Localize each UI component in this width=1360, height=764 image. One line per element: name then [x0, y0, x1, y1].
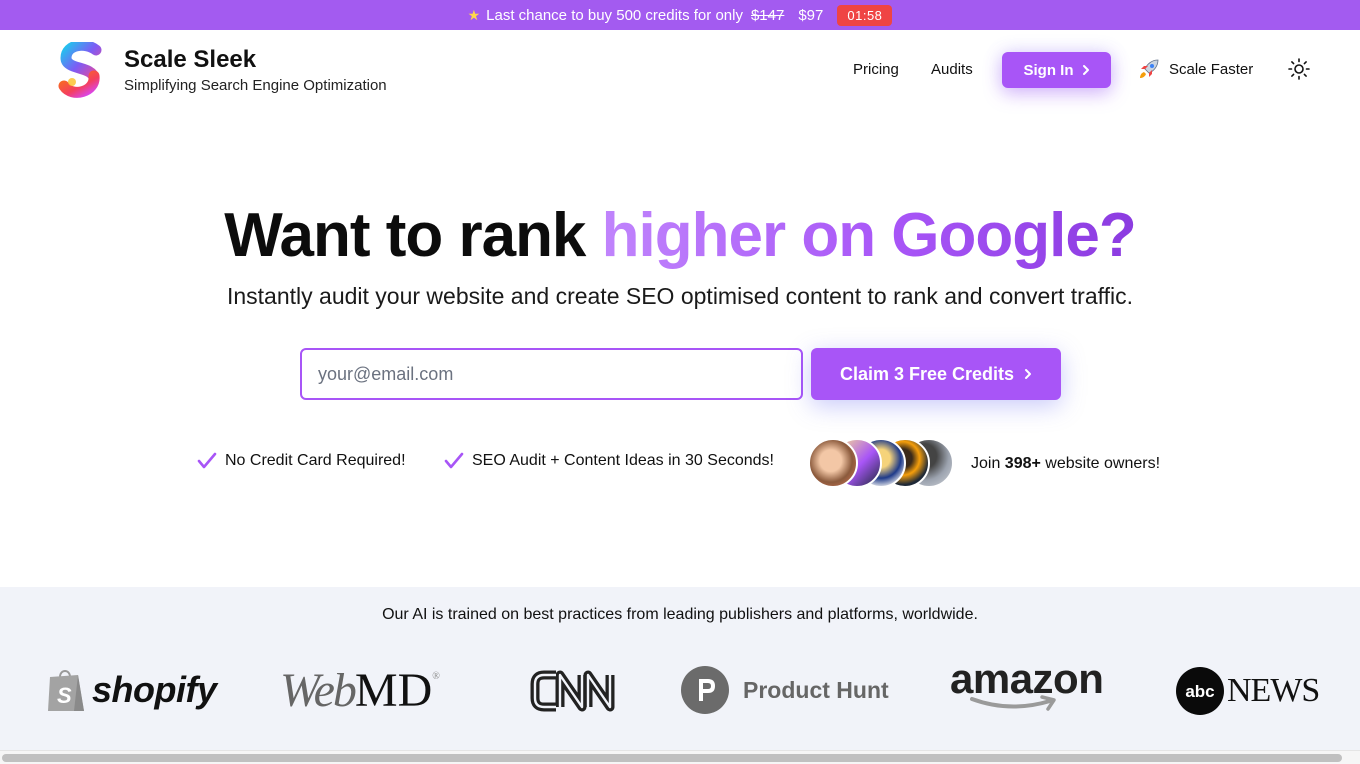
feature-item: No Credit Card Required! [197, 452, 406, 470]
scrollbar-thumb[interactable] [2, 754, 1342, 762]
feature-text: SEO Audit + Content Ideas in 30 Seconds! [472, 452, 774, 469]
sun-icon[interactable] [1287, 57, 1311, 81]
check-icon [197, 452, 217, 469]
nav-audits[interactable]: Audits [931, 61, 973, 78]
cnn-logo [530, 669, 618, 713]
brand-subtitle: Simplifying Search Engine Optimization [124, 77, 387, 94]
amazon-smile-icon [970, 695, 1056, 711]
rocket-icon [1140, 59, 1159, 78]
abc-news-logo: abc NEWS [1175, 666, 1320, 716]
promo-text: Last chance to buy 500 credits for only [486, 6, 743, 24]
product-hunt-wordmark: Product Hunt [743, 676, 889, 703]
webmd-md: MD [354, 664, 433, 717]
avatar [808, 438, 858, 488]
svg-text:abc: abc [1185, 682, 1214, 701]
shopify-wordmark: shopify [92, 669, 217, 710]
publishers-heading: Our AI is trained on best practices from… [382, 606, 978, 623]
claim-credits-button[interactable]: Claim 3 Free Credits [811, 348, 1061, 400]
join-prefix: Join [971, 455, 1005, 472]
shopify-logo: S shopify [46, 667, 217, 713]
star-icon: ★ [467, 6, 481, 23]
webmd-logo: Web MD ® [280, 663, 440, 718]
promo-banner: ★ Last chance to buy 500 credits for onl… [0, 0, 1360, 30]
promo-new-price: $97 [798, 6, 824, 24]
publishers-section: Our AI is trained on best practices from… [0, 587, 1360, 764]
join-count-text: Join 398+ website owners! [971, 455, 1160, 473]
shopify-bag-icon: S [48, 670, 84, 711]
chevron-right-icon [1082, 65, 1089, 75]
countdown-timer: 01:58 [837, 4, 893, 26]
product-hunt-logo: Product Hunt [681, 666, 889, 714]
nav-pricing[interactable]: Pricing [853, 61, 899, 78]
sign-in-label: Sign In [1023, 61, 1074, 79]
hero-title-plain: Want to rank [224, 201, 602, 270]
feature-item: SEO Audit + Content Ideas in 30 Seconds! [444, 452, 774, 470]
brand-title[interactable]: Scale Sleek [124, 46, 256, 74]
cnn-wordmark [530, 670, 615, 712]
hero-title: Want to rank higher on Google? [0, 200, 1360, 271]
webmd-web: Web [280, 664, 357, 717]
svg-text:S: S [57, 683, 72, 708]
brand-logo-icon[interactable] [58, 42, 106, 98]
feature-text: No Credit Card Required! [225, 452, 406, 469]
chevron-right-icon [1025, 369, 1032, 379]
join-suffix: website owners! [1040, 455, 1161, 472]
promo-old-price: $147 [750, 6, 785, 24]
abc-news-wordmark: NEWS [1227, 672, 1320, 709]
hero-title-highlight: higher on Google? [601, 201, 1137, 270]
hero-subtitle: Instantly audit your website and create … [226, 283, 1133, 309]
check-icon [444, 452, 464, 469]
amazon-logo: amazon [950, 655, 1104, 713]
sign-in-button[interactable]: Sign In [1002, 52, 1111, 88]
site-header: Scale Sleek Simplifying Search Engine Op… [0, 30, 1360, 110]
amazon-wordmark: amazon [950, 655, 1104, 702]
scale-faster-label: Scale Faster [1169, 60, 1254, 78]
abc-circle-icon: abc [1176, 667, 1224, 715]
claim-credits-label: Claim 3 Free Credits [839, 363, 1015, 384]
user-avatar-group [808, 438, 958, 490]
product-hunt-icon [681, 666, 729, 714]
horizontal-scrollbar[interactable] [0, 750, 1360, 764]
email-input[interactable] [300, 348, 803, 400]
join-count: 398+ [1004, 455, 1041, 472]
registered-icon: ® [432, 671, 440, 682]
scale-faster-link[interactable]: Scale Faster [1138, 58, 1253, 80]
